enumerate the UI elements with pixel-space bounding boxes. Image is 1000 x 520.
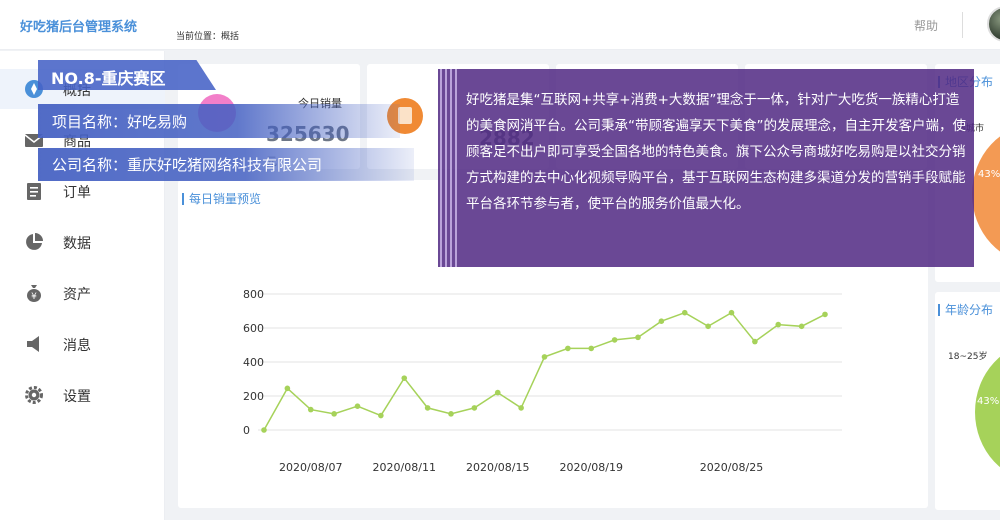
sidebar-item-label: 消息 — [63, 338, 91, 354]
sidebar-item-label: 资产 — [63, 287, 91, 303]
project-description: 好吃猪是集“互联网+共享+消费+大数据”理念于一体，针对广大吃货一族精心打造的美… — [466, 92, 966, 212]
age-pie-slice — [975, 342, 1000, 482]
age-distribution-card: 年龄分布 18~25岁 43% — [935, 292, 1000, 510]
section-title: 年龄分布 — [938, 304, 993, 316]
pie-percent: 43% — [977, 396, 1000, 407]
region-banner: NO.8-重庆赛区 — [38, 60, 216, 90]
pie-chart-icon — [26, 233, 43, 250]
decorative-stripe — [440, 69, 442, 267]
project-description-panel: 好吃猪是集“互联网+共享+消费+大数据”理念于一体，针对广大吃货一族精心打造的美… — [438, 69, 974, 267]
svg-text:¥: ¥ — [31, 292, 37, 302]
clipboard-icon — [27, 183, 41, 200]
decorative-stripe — [450, 69, 452, 267]
gear-icon — [25, 386, 43, 404]
speaker-icon — [27, 336, 39, 352]
decorative-stripe — [455, 69, 457, 267]
sidebar-item-label: 订单 — [63, 185, 91, 201]
avatar[interactable] — [987, 6, 1000, 42]
top-divider — [962, 12, 963, 38]
decorative-stripe — [445, 69, 447, 267]
sidebar-item-assets[interactable]: ¥ 资产 — [0, 273, 165, 313]
sidebar-item-messages[interactable]: 消息 — [0, 324, 165, 364]
sidebar-item-label: 设置 — [63, 389, 91, 405]
pie-percent: 43% — [978, 169, 1000, 180]
help-link[interactable]: 帮助 — [914, 17, 938, 34]
company-name-banner: 公司名称：重庆好吃猪网络科技有限公司 — [38, 148, 414, 181]
region-pie-slice — [972, 124, 1000, 264]
project-name-banner: 项目名称：好吃易购 — [38, 104, 400, 138]
sidebar-item-settings[interactable]: 设置 — [0, 375, 165, 415]
money-bag-icon: ¥ — [27, 285, 41, 302]
top-bar: 好吃猪后台管理系统 当前位置：概括 帮助 — [0, 0, 1000, 50]
app-title: 好吃猪后台管理系统 — [20, 20, 138, 35]
sidebar-item-data[interactable]: 数据 — [0, 222, 165, 262]
breadcrumb: 当前位置：概括 — [176, 32, 240, 42]
sidebar-item-label: 数据 — [63, 236, 91, 252]
pie-label: 18~25岁 — [948, 352, 988, 362]
section-title: 每日销量预览 — [182, 193, 261, 205]
